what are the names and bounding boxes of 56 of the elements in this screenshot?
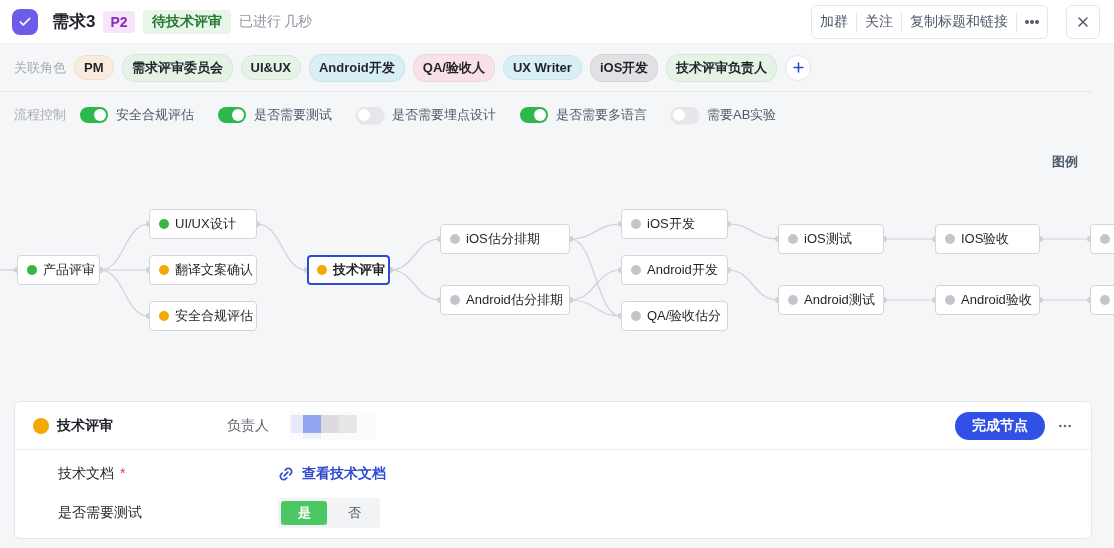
field-label: 技术文档 bbox=[58, 464, 114, 483]
role-tag: 技术评审负责人 bbox=[666, 53, 778, 82]
flow-node[interactable]: 产品评审 bbox=[17, 255, 100, 285]
node-title: 技术评审 bbox=[57, 416, 114, 435]
page-title: 需求3 bbox=[52, 11, 96, 33]
flow-node[interactable]: 安全合规评估 bbox=[149, 301, 257, 331]
more-icon bbox=[1025, 19, 1039, 24]
field-label: 是否需要测试 bbox=[58, 503, 142, 522]
close-button[interactable] bbox=[1066, 4, 1100, 39]
action-button[interactable]: 关注 bbox=[856, 11, 901, 32]
status-badge: 待技术评审 bbox=[142, 9, 231, 34]
role-tag: iOS开发 bbox=[589, 53, 659, 82]
role-tag: UX Writer bbox=[502, 55, 582, 80]
roles-label: 关联角色 bbox=[14, 58, 66, 77]
owner-label: 负责人 bbox=[227, 416, 269, 435]
role-tag: Android开发 bbox=[308, 53, 405, 82]
role-tag: PM bbox=[74, 55, 114, 80]
priority-badge: P2 bbox=[103, 10, 135, 33]
flow-node[interactable]: UI/UX设计 bbox=[149, 209, 257, 239]
toggle-switch[interactable] bbox=[671, 107, 699, 123]
required-mark: * bbox=[120, 464, 126, 483]
toggle-label: 需要AB实验 bbox=[707, 106, 777, 124]
flow-node[interactable]: 翻译文案确认 bbox=[149, 255, 257, 285]
toggle-switch[interactable] bbox=[356, 107, 384, 123]
toggle-label: 是否需要埋点设计 bbox=[392, 106, 496, 124]
add-role-button[interactable] bbox=[785, 54, 812, 81]
toggle-switch[interactable] bbox=[218, 107, 246, 123]
flow-node[interactable]: 技术评审 bbox=[307, 255, 390, 285]
flow-node[interactable]: iOS开发 bbox=[621, 209, 728, 239]
complete-node-button[interactable]: 完成节点 bbox=[955, 411, 1045, 440]
role-tag: UI&UX bbox=[240, 55, 301, 80]
flow-node[interactable]: QA/验收估分 bbox=[621, 301, 728, 331]
action-button[interactable]: 加群 bbox=[812, 11, 856, 32]
toggle-label: 安全合规评估 bbox=[116, 106, 194, 124]
role-tag: QA/验收人 bbox=[412, 53, 495, 82]
legend-link[interactable]: 图例 bbox=[1052, 153, 1078, 171]
flow-control-label: 流程控制 bbox=[14, 106, 66, 124]
flow-node[interactable]: iOS估分排期 bbox=[440, 224, 570, 254]
choice-option[interactable]: 否 bbox=[331, 500, 377, 525]
role-tag: 需求评审委员会 bbox=[121, 53, 233, 82]
toggle-label: 是否需要多语言 bbox=[556, 106, 647, 124]
toggle-label: 是否需要测试 bbox=[254, 106, 332, 124]
flow-node[interactable]: Android测试 bbox=[778, 285, 884, 315]
elapsed-time: 已进行 几秒 bbox=[238, 12, 313, 31]
plus-icon bbox=[790, 60, 806, 75]
action-button[interactable]: 复制标题和链接 bbox=[901, 11, 1016, 32]
flow-node[interactable]: iOS测试 bbox=[778, 224, 884, 254]
flow-node[interactable]: Android开发 bbox=[621, 255, 728, 285]
toggle-switch[interactable] bbox=[520, 107, 548, 123]
flow-node[interactable]: Android估分排期 bbox=[440, 285, 570, 315]
toggle-switch[interactable] bbox=[80, 107, 108, 123]
app-logo-icon bbox=[12, 8, 38, 35]
connector-line bbox=[0, 267, 20, 273]
flow-node[interactable]: IOS验收 bbox=[935, 224, 1040, 254]
doc-link[interactable]: 查看技术文档 bbox=[278, 464, 386, 483]
flow-node[interactable]: Android验收 bbox=[935, 285, 1040, 315]
